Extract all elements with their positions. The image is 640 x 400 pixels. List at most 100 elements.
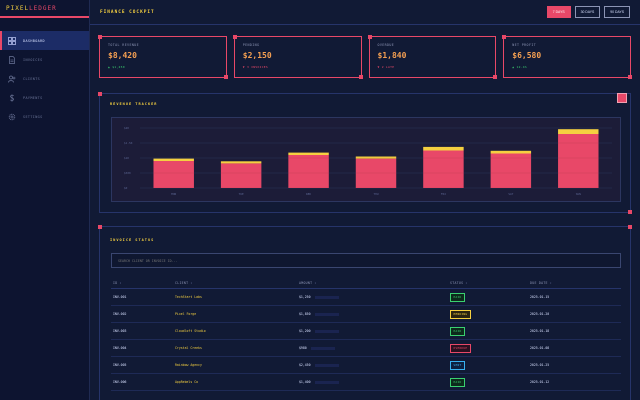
client-name[interactable]: Rainbow Agency	[175, 363, 202, 367]
corner-marker	[367, 35, 372, 39]
invoice-amount: $1,400	[299, 380, 311, 384]
stat-label: OVERDUE	[377, 43, 395, 47]
corner-marker	[223, 75, 228, 79]
x-tick-label: WED	[306, 192, 311, 196]
amount-bar	[314, 363, 339, 367]
sidebar-item-settings[interactable]: SETTINGS	[0, 107, 89, 126]
range-90-days-button[interactable]: 90 DAYS	[604, 6, 630, 18]
corner-marker	[493, 75, 498, 79]
bar-secondary	[153, 158, 194, 161]
client-cell: Cloudloft Studio	[175, 329, 299, 333]
bar-revenue	[153, 161, 194, 188]
client-cell: Pixel Forge	[175, 312, 299, 316]
stat-cards: TOTAL REVENUE $8,420 ▲ $1,250 PENDING $2…	[98, 35, 632, 79]
column-header-label: CLIENT	[175, 280, 189, 285]
dollar-icon	[8, 93, 16, 102]
expand-chart-button[interactable]	[617, 93, 627, 103]
bar-secondary	[220, 161, 262, 164]
brand-logo[interactable]: PIXELLEDGER	[0, 0, 89, 18]
invoice-id: INV-003	[113, 329, 127, 333]
sort-icon: ⇕	[549, 280, 552, 285]
due-date: 2025-01-25	[530, 363, 550, 367]
column-header-id[interactable]: ID ⇕	[111, 281, 175, 285]
invoice-search-input[interactable]	[111, 253, 621, 268]
stat-value: $6,580	[512, 51, 542, 60]
table-row[interactable]: INV-001 TechStart Labs $1,250 PAID 2025-01-1…	[111, 289, 621, 306]
x-tick-label: MON	[171, 192, 176, 196]
column-header-status[interactable]: STATUS ⇕	[450, 281, 530, 285]
stat-card-overdue: OVERDUE $1,840 ▼ 2 LATE	[367, 35, 498, 79]
corner-marker	[628, 75, 632, 79]
table-row[interactable]: INV-002 Pixel Forge $1,850 PENDING 2025-01-2…	[111, 306, 621, 323]
invoice-id: INV-005	[113, 363, 127, 367]
bar-revenue	[288, 155, 329, 188]
status-cell: SENT	[450, 360, 530, 370]
sort-icon: ⇕	[465, 280, 468, 285]
range-30-days-button[interactable]: 30 DAYS	[574, 6, 601, 18]
client-name[interactable]: Pixel Forge	[175, 312, 196, 316]
stat-label: TOTAL REVENUE	[108, 43, 140, 47]
invoice-id: INV-004	[113, 346, 127, 350]
client-name[interactable]: Cloudloft Studio	[175, 329, 206, 333]
client-name[interactable]: TechStart Labs	[175, 295, 202, 299]
revenue-chart: $2K $1.5K $1K $500 $0 MON TUE WED THU FRI SAT SUN	[111, 117, 621, 202]
column-header-label: ID	[113, 280, 118, 285]
revenue-panel: REVENUE TRACKER $2K $1.5K $1K $500 $0 MON TUE W…	[98, 92, 632, 214]
client-name[interactable]: AppRebels Co	[175, 380, 198, 384]
sidebar-item-invoices[interactable]: INVOICES	[0, 50, 89, 69]
due-date: 2025-01-08	[530, 346, 550, 350]
status-cell: PENDING	[450, 309, 530, 319]
table-row[interactable]: INV-003 Cloudloft Studio $1,200 PAID 2025-01…	[111, 323, 621, 340]
users-icon	[8, 75, 16, 83]
table-row[interactable]: INV-005 Rainbow Agency $2,450 SENT 2025-01-2…	[111, 357, 621, 374]
invoice-id: INV-006	[113, 380, 127, 384]
date-range-selector: 7 DAYS 30 DAYS 90 DAYS	[546, 6, 630, 18]
gear-icon	[8, 113, 16, 121]
amount-cell: $1,200	[299, 329, 450, 333]
sidebar-item-label: DASHBOARD	[23, 38, 45, 43]
sidebar-item-clients[interactable]: CLIENTS	[0, 69, 89, 88]
bar-revenue	[490, 153, 532, 188]
x-tick-label: SUN	[576, 192, 581, 196]
status-cell: PAID	[450, 326, 530, 336]
corner-marker	[628, 225, 632, 229]
client-name[interactable]: Crystal Creeks	[175, 346, 202, 350]
column-header-client[interactable]: CLIENT ⇕	[175, 281, 299, 285]
sort-icon: ⇕	[314, 280, 317, 285]
stat-change: ▼ 3 INVOICES	[242, 65, 269, 69]
corner-marker	[98, 35, 102, 39]
sidebar-nav: DASHBOARD INVOICES CLIENTS PAYMENTS SETT…	[0, 31, 89, 126]
stat-card-pending: PENDING $2,150 ▼ 3 INVOICES	[232, 35, 363, 79]
sidebar-item-label: PAYMENTS	[23, 95, 43, 100]
x-tick-label: TUE	[239, 192, 244, 196]
document-icon	[8, 55, 16, 64]
column-header-label: STATUS	[450, 280, 464, 285]
sidebar-item-dashboard[interactable]: DASHBOARD	[0, 31, 89, 50]
client-cell: Rainbow Agency	[175, 363, 299, 367]
grid-icon	[8, 36, 16, 45]
due-date: 2025-01-20	[530, 312, 550, 316]
stat-value: $1,840	[377, 51, 407, 60]
table-row[interactable]: INV-004 Crystal Creeks $980 OVERDUE 2025-01-…	[111, 340, 621, 357]
amount-bar	[314, 295, 339, 299]
column-header-amount[interactable]: AMOUNT ⇕	[299, 281, 450, 285]
revenue-chart-svg: $2K $1.5K $1K $500 $0 MON TUE WED THU FRI SAT SUN	[124, 126, 612, 196]
stat-change: ▲ $1,250	[108, 65, 125, 69]
x-tick-label: FRI	[441, 192, 446, 196]
amount-cell: $1,400	[299, 380, 450, 384]
y-tick-label: $500	[124, 171, 131, 175]
sidebar-item-payments[interactable]: PAYMENTS	[0, 88, 89, 107]
main-content: FINANCE COCKPIT 7 DAYS 30 DAYS 90 DAYS T…	[90, 0, 640, 400]
corner-marker	[232, 35, 237, 39]
column-header-due-date[interactable]: DUE DATE ⇕	[530, 281, 621, 285]
stat-value: $8,420	[108, 51, 137, 60]
invoice-amount: $1,850	[299, 312, 311, 316]
amount-cell: $1,250	[299, 295, 450, 299]
client-cell: TechStart Labs	[175, 295, 299, 299]
table-row[interactable]: INV-006 AppRebels Co $1,400 PAID 2025-01-12	[111, 374, 621, 391]
amount-cell: $1,850	[299, 312, 450, 316]
range-7-days-button[interactable]: 7 DAYS	[546, 6, 571, 18]
sidebar-item-label: SETTINGS	[23, 114, 43, 119]
top-bar: FINANCE COCKPIT 7 DAYS 30 DAYS 90 DAYS	[90, 0, 640, 25]
sort-icon: ⇕	[190, 280, 193, 285]
